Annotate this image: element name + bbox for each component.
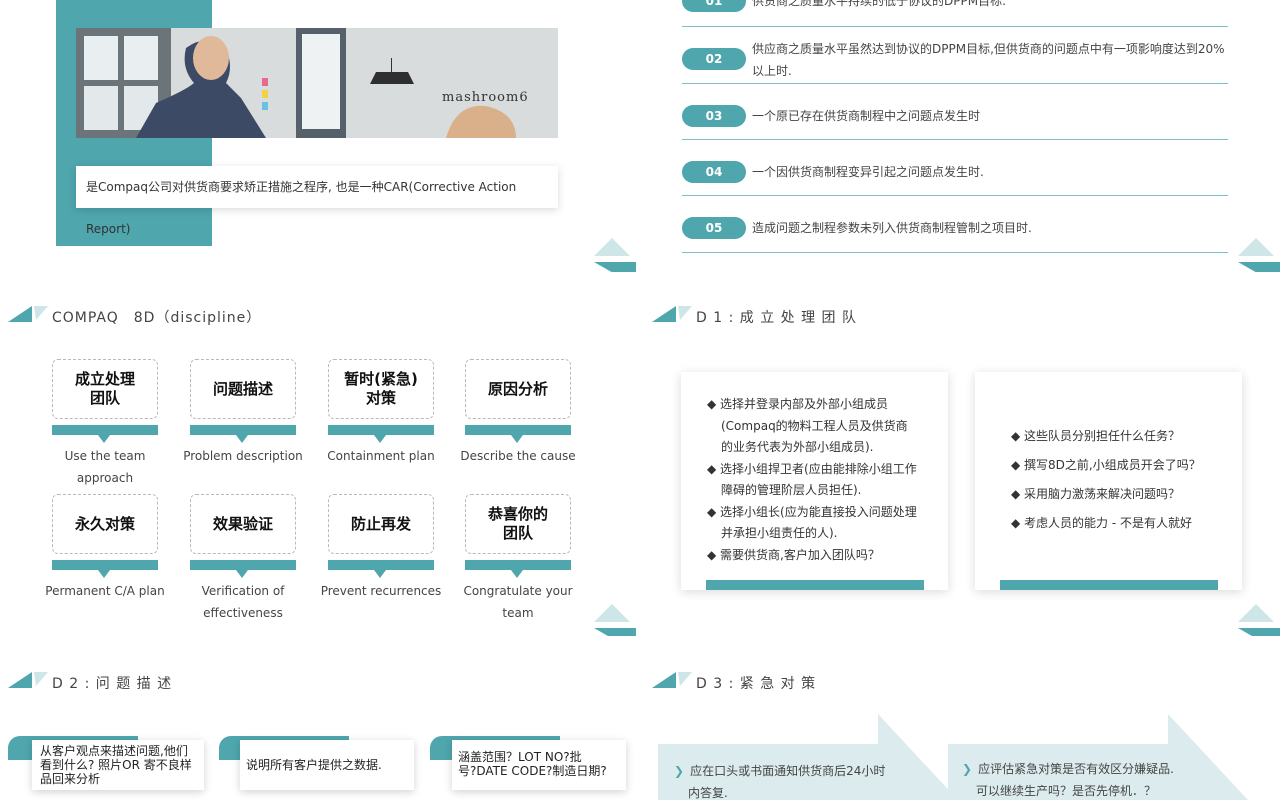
step-card: 恭喜你的 团队 Congratulate your team — [463, 494, 573, 624]
header-triangle-icon — [652, 306, 692, 322]
step-bar — [328, 425, 434, 443]
list-item-continued: 并承担小组责任的人). — [721, 526, 838, 540]
step-en-label: Verification of effectiveness — [201, 584, 285, 620]
team-questions-card: ◆ 这些队员分别担任什么任务？ ◆ 撰写8D之前,小组成员开会了吗？ ◆ 采用脑… — [975, 372, 1242, 590]
condition-text: 供货商之质量水平持续的低于协议的DPPM目标. — [752, 0, 1006, 8]
problem-box: 从客户观点来描述问题,他们 看到什么? 照片OR 寄不良样 品回来分析 — [32, 740, 204, 790]
condition-row: 01 供货商之质量水平持续的低于协议的DPPM目标. — [682, 0, 1228, 27]
slide-title: COMPAQ 8D（discipline） — [52, 310, 262, 326]
intro-caption: 是Compaq公司对供货商要求矫正措施之程序, 也是一种CAR(Correcti… — [76, 166, 558, 236]
condition-number: 01 — [682, 0, 746, 12]
step-en-label: Use the team approach — [64, 449, 146, 485]
step-cn-label: 成立处理 团队 — [52, 359, 158, 419]
condition-number: 02 — [682, 48, 746, 70]
step-cn-label: 暂时(紧急) 对策 — [328, 359, 434, 419]
condition-number: 05 — [682, 217, 746, 239]
step-card: 永久对策 Permanent C/A plan — [45, 494, 165, 602]
corner-decoration — [594, 604, 636, 636]
step-card: 效果验证 Verification of effectiveness — [190, 494, 296, 624]
slide-8d-overview: COMPAQ 8D（discipline） 成立处理 团队 Use the te… — [0, 296, 636, 636]
step-cn-label: 效果验证 — [190, 494, 296, 554]
slide-d1-team: D 1 : 成 立 处 理 团 队 ◆ 选择并登录内部及外部小组成员 (Comp… — [644, 296, 1280, 636]
step-en-label: Problem description — [183, 449, 303, 463]
step-bar — [52, 560, 158, 578]
condition-row: 02 供应商之质量水平虽然达到协议的DPPM目标,但供货商的问题点中有一项影响度… — [682, 36, 1228, 84]
step-bar — [465, 560, 571, 578]
step-en-label: Congratulate your team — [463, 584, 573, 620]
problem-box: 涵盖范围？LOT NO?批 号?DATE CODE?制造日期? — [452, 740, 626, 790]
condition-text: 一个原已存在供货商制程中之问题点发生时 — [752, 109, 981, 123]
list-item: ◆ 这些队员分别担任什么任务？ — [1011, 429, 1181, 443]
photo-sign-text: mashroom6 — [442, 90, 529, 105]
header-triangle-icon — [8, 672, 48, 688]
step-en-label: Containment plan — [327, 449, 435, 463]
card-bar — [706, 580, 924, 590]
list-item: ◆ 选择小组长(应为能直接投入问题处理 — [707, 504, 917, 519]
condition-row: 04 一个因供货商制程变异引起之问题点发生时. — [682, 140, 1228, 196]
list-item: ◆ 采用脑力激荡来解决问题吗？ — [1011, 487, 1181, 501]
step-bar — [190, 425, 296, 443]
step-en-label: Describe the cause — [460, 449, 576, 463]
chevron-right-icon: ❯ — [962, 762, 973, 776]
condition-text: 造成问题之制程参数未列入供货商制程管制之项目时. — [752, 221, 1032, 235]
step-cn-label: 防止再发 — [328, 494, 434, 554]
slide-d2-problem: D 2 : 问 题 描 述 从客户观点来描述问题,他们 看到什么? 照片OR 寄… — [0, 662, 636, 800]
list-item-continued: 的业务代表为外部小组成员). — [721, 440, 874, 454]
team-questions-list: ◆ 这些队员分别担任什么任务？ ◆ 撰写8D之前,小组成员开会了吗？ ◆ 采用脑… — [1011, 422, 1201, 538]
problem-box-text: 说明所有客户提供之数据. — [246, 758, 382, 772]
condition-text: 一个因供货商制程变异引起之问题点发生时. — [752, 165, 984, 179]
step-en-label: Prevent recurrences — [320, 584, 442, 598]
slide-title: D 1 : 成 立 处 理 团 队 — [696, 310, 858, 326]
problem-box-text: 从客户观点来描述问题,他们 看到什么? 照片OR 寄不良样 品回来分析 — [40, 744, 192, 786]
chevron-right-icon: ❯ — [674, 764, 685, 778]
problem-box-text: 涵盖范围？LOT NO?批 号?DATE CODE?制造日期? — [458, 750, 607, 778]
step-card: 暂时(紧急) 对策 Containment plan — [327, 359, 435, 467]
step-card: 防止再发 Prevent recurrences — [321, 494, 441, 602]
list-item: ◆ 考虑人员的能力 - 不是有人就好 — [1011, 516, 1193, 530]
list-item-continued: 障碍的管理阶层人员担任). — [721, 483, 862, 497]
list-item: ◆ 撰写8D之前,小组成员开会了吗？ — [1011, 458, 1201, 472]
slide-d3-containment: D 3 : 紧 急 对 策 ❯ 应在口头或书面通知供货商后24小时 内答复. ❯ 应… — [644, 662, 1280, 800]
header-triangle-icon — [652, 672, 692, 688]
containment-note-right: ❯ 应评估紧急对策是否有效区分嫌疑品. 可以继续生产吗？是否先停机．？ — [962, 762, 1174, 798]
corner-decoration — [1238, 238, 1280, 272]
problem-box: 说明所有客户提供之数据. — [240, 740, 414, 790]
condition-number: 03 — [682, 105, 746, 127]
list-item: ◆ 选择小组捍卫者(应由能排除小组工作 — [707, 461, 917, 476]
containment-note-left: ❯ 应在口头或书面通知供货商后24小时 内答复. — [674, 764, 886, 800]
slide-intro: mashroom6 是Compaq公司对供货商要求矫正措施之程序, 也是一种CA… — [0, 0, 636, 272]
card-bar — [1000, 580, 1218, 590]
step-cn-label: 恭喜你的 团队 — [465, 494, 571, 554]
team-selection-card: ◆ 选择并登录内部及外部小组成员 (Compaq的物料工程人员及供货商 的业务代… — [681, 372, 948, 590]
step-en-label: Permanent C/A plan — [45, 584, 165, 598]
corner-decoration — [1238, 604, 1280, 636]
condition-row: 05 造成问题之制程参数未列入供货商制程管制之项目时. — [682, 196, 1228, 253]
step-cn-label: 原因分析 — [465, 359, 571, 419]
list-item: ◆ 选择并登录内部及外部小组成员 — [707, 397, 889, 411]
step-cn-label: 问题描述 — [190, 359, 296, 419]
condition-row: 03 一个原已存在供货商制程中之问题点发生时 — [682, 84, 1228, 140]
header-triangle-icon — [8, 306, 48, 322]
condition-text: 供应商之质量水平虽然达到协议的DPPM目标,但供货商的问题点中有一项影响度达到2… — [752, 42, 1225, 56]
step-bar — [465, 425, 571, 443]
step-card: 成立处理 团队 Use the team approach — [52, 359, 158, 489]
corner-decoration — [594, 238, 636, 272]
slide-conditions: 01 供货商之质量水平持续的低于协议的DPPM目标. 02 供应商之质量水平虽然… — [644, 0, 1280, 272]
condition-text-continued: 以上时. — [752, 64, 792, 78]
slide-title: D 3 : 紧 急 对 策 — [696, 676, 817, 692]
office-photo: mashroom6 — [76, 28, 558, 138]
step-bar — [328, 560, 434, 578]
list-item: ◆ 需要供货商,客户加入团队吗？ — [707, 547, 880, 562]
step-bar — [190, 560, 296, 578]
step-bar — [52, 425, 158, 443]
step-cn-label: 永久对策 — [52, 494, 158, 554]
slide-title: D 2 : 问 题 描 述 — [52, 676, 173, 692]
step-card: 原因分析 Describe the cause — [460, 359, 576, 467]
team-selection-list: ◆ 选择并登录内部及外部小组成员 (Compaq的物料工程人员及供货商 的业务代… — [707, 394, 917, 566]
list-item-continued: (Compaq的物料工程人员及供货商 — [721, 418, 908, 433]
step-card: 问题描述 Problem description — [183, 359, 303, 467]
condition-number: 04 — [682, 161, 746, 183]
